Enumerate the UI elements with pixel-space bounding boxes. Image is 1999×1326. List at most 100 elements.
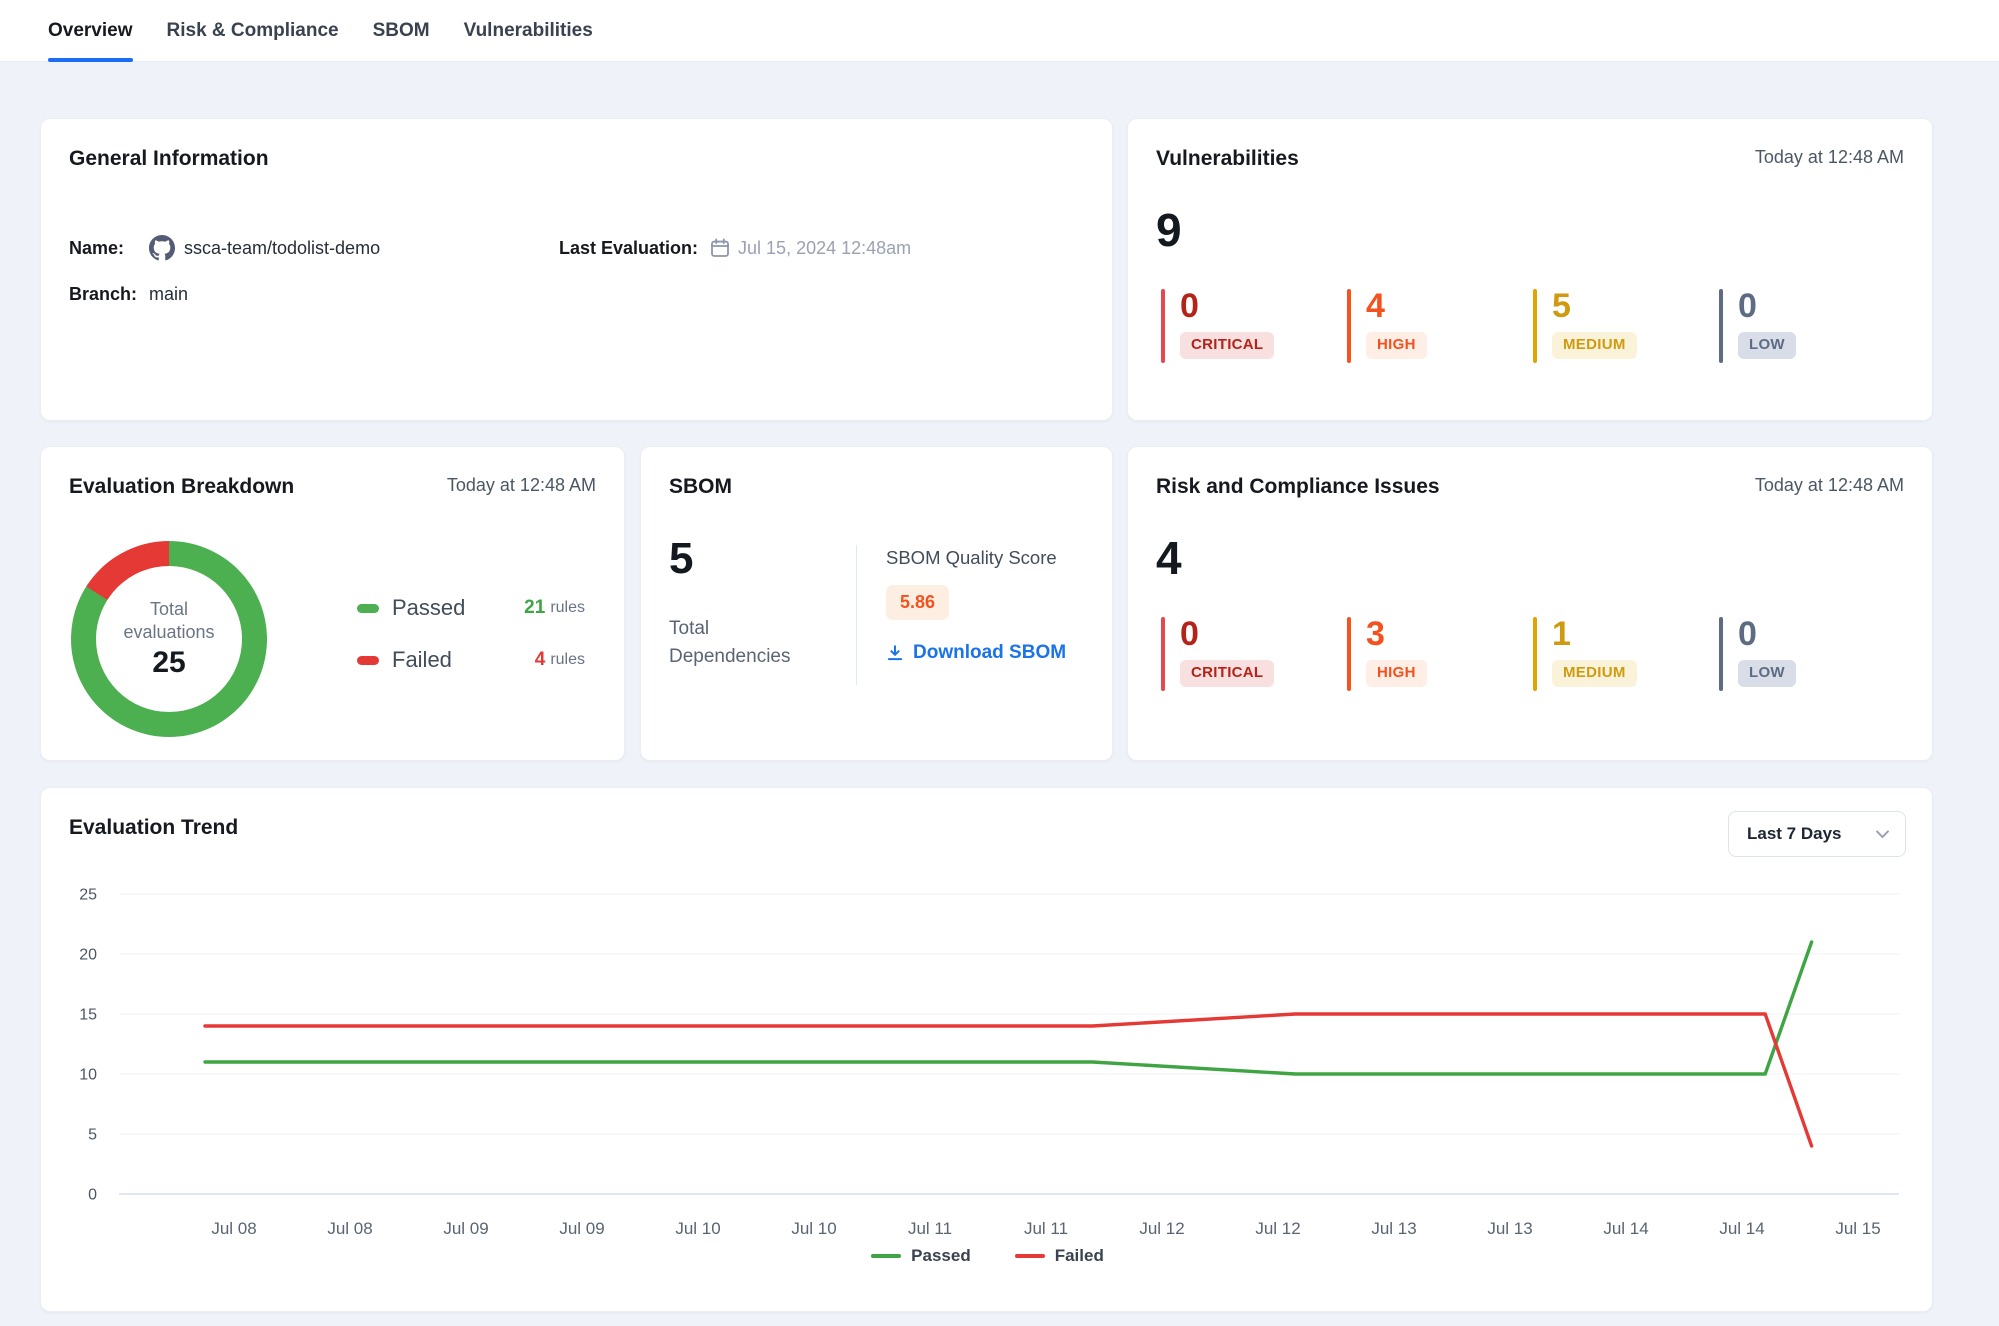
repo-name-text: ssca-team/todolist-demo (184, 238, 380, 259)
tab-sbom-label: SBOM (373, 20, 430, 42)
x-axis-tick: Jul 12 (1255, 1219, 1300, 1238)
sbom-card: SBOM 5 Total Dependencies SBOM Quality S… (640, 446, 1113, 761)
y-axis-tick: 15 (79, 1007, 97, 1024)
sbom-quality-score-badge: 5.86 (886, 585, 949, 620)
branch-value: main (149, 284, 188, 305)
severity-low: 0 LOW (1719, 289, 1905, 363)
x-axis-tick: Jul 13 (1371, 1219, 1416, 1238)
evaluation-breakdown-card: Evaluation Breakdown Today at 12:48 AM T… (40, 446, 625, 761)
sbom-title: SBOM (669, 475, 732, 499)
trend-legend: Passed Failed (41, 1246, 1934, 1266)
name-label: Name: (69, 238, 149, 259)
vulnerabilities-severity-row: 0 CRITICAL 4 HIGH 5 MEDIUM 0 LOW (1128, 289, 1932, 363)
severity-badge: CRITICAL (1180, 332, 1274, 359)
severity-count: 0 (1738, 289, 1796, 323)
trend-legend-failed-label: Failed (1055, 1246, 1104, 1266)
general-information-title: General Information (69, 147, 269, 171)
trend-legend-failed[interactable]: Failed (1015, 1246, 1104, 1266)
severity-count: 5 (1552, 289, 1637, 323)
x-axis-tick: Jul 14 (1603, 1219, 1648, 1238)
severity-badge: HIGH (1366, 660, 1427, 687)
trend-line-passed (205, 942, 1812, 1074)
x-axis-tick: Jul 12 (1139, 1219, 1184, 1238)
tab-overview-label: Overview (48, 20, 133, 42)
severity-bar (1719, 289, 1723, 363)
trend-range-select[interactable]: Last 7 Days (1728, 811, 1906, 857)
tab-vulnerabilities-label: Vulnerabilities (464, 20, 593, 42)
x-axis-tick: Jul 10 (675, 1219, 720, 1238)
active-tab-underline (48, 58, 133, 62)
tab-vulnerabilities[interactable]: Vulnerabilities (464, 0, 593, 62)
passed-unit: rules (550, 599, 585, 617)
severity-medium: 5 MEDIUM (1533, 289, 1719, 363)
severity-count: 0 (1180, 617, 1274, 651)
severity-high: 3 HIGH (1347, 617, 1533, 691)
failed-unit: rules (550, 651, 585, 669)
tab-risk-compliance-label: Risk & Compliance (167, 20, 339, 42)
severity-bar (1161, 617, 1165, 691)
legend-item-failed[interactable]: Failed 4 rules (357, 647, 585, 673)
evaluations-donut-chart: Total evaluations 25 (71, 541, 267, 737)
severity-count: 3 (1366, 617, 1427, 651)
total-dependencies-value: 5 (669, 537, 693, 581)
x-axis-tick: Jul 11 (908, 1219, 952, 1238)
passed-label: Passed (392, 595, 524, 621)
trend-line-failed (205, 1014, 1812, 1146)
risk-severity-row: 0 CRITICAL 3 HIGH 1 MEDIUM 0 LOW (1128, 617, 1932, 691)
vulnerabilities-timestamp: Today at 12:48 AM (1755, 147, 1904, 168)
download-sbom-link[interactable]: Download SBOM (886, 642, 1066, 664)
evaluation-legend: Passed 21 rules Failed 4 rules (357, 595, 585, 699)
vertical-divider (856, 545, 857, 685)
donut-total-value: 25 (152, 646, 185, 680)
general-information-card: General Information Name: ssca-team/todo… (40, 118, 1113, 421)
x-axis-tick: Jul 09 (559, 1219, 604, 1238)
risk-compliance-timestamp: Today at 12:48 AM (1755, 475, 1904, 496)
severity-low: 0 LOW (1719, 617, 1905, 691)
vulnerabilities-total: 9 (1128, 207, 1932, 253)
severity-badge: CRITICAL (1180, 660, 1274, 687)
passed-pill (357, 604, 379, 613)
x-axis-tick: Jul 15 (1835, 1219, 1880, 1238)
evaluation-breakdown-timestamp: Today at 12:48 AM (447, 475, 596, 496)
donut-center: Total evaluations 25 (96, 566, 242, 712)
x-axis-tick: Jul 14 (1719, 1219, 1764, 1238)
last-evaluation-row: Last Evaluation: Jul 15, 2024 12:48am (559, 225, 911, 271)
download-sbom-label: Download SBOM (913, 642, 1066, 664)
failed-line-swatch (1015, 1254, 1045, 1259)
severity-high: 4 HIGH (1347, 289, 1533, 363)
sbom-quality-score-label: SBOM Quality Score (886, 547, 1066, 569)
last-evaluation-text: Jul 15, 2024 12:48am (738, 238, 911, 259)
severity-badge: MEDIUM (1552, 660, 1637, 687)
legend-item-passed[interactable]: Passed 21 rules (357, 595, 585, 621)
severity-bar (1533, 617, 1537, 691)
y-axis-tick: 25 (79, 887, 97, 904)
severity-critical: 0 CRITICAL (1161, 617, 1347, 691)
trend-legend-passed-label: Passed (911, 1246, 971, 1266)
x-axis-tick: Jul 08 (327, 1219, 372, 1238)
risk-compliance-total: 4 (1128, 535, 1932, 581)
tab-bar: Overview Risk & Compliance SBOM Vulnerab… (0, 0, 1999, 62)
y-axis-tick: 10 (79, 1067, 97, 1084)
severity-count: 4 (1366, 289, 1427, 323)
tab-sbom[interactable]: SBOM (373, 0, 430, 62)
severity-count: 0 (1738, 617, 1796, 651)
severity-bar (1347, 289, 1351, 363)
tab-risk-compliance[interactable]: Risk & Compliance (167, 0, 339, 62)
trend-chart-svg: 0510152025Jul 08Jul 08Jul 09Jul 09Jul 10… (41, 868, 1934, 1298)
failed-label: Failed (392, 647, 535, 673)
chevron-down-icon (1876, 830, 1889, 839)
vulnerabilities-card: Vulnerabilities Today at 12:48 AM 9 0 CR… (1127, 118, 1933, 421)
severity-bar (1161, 289, 1165, 363)
tab-overview[interactable]: Overview (48, 0, 133, 62)
severity-badge: LOW (1738, 660, 1796, 687)
total-dependencies-label: Total Dependencies (669, 615, 799, 670)
severity-badge: HIGH (1366, 332, 1427, 359)
last-evaluation-label: Last Evaluation: (559, 238, 698, 259)
y-axis-tick: 0 (88, 1187, 97, 1204)
failed-count: 4 (535, 649, 546, 671)
severity-bar (1347, 617, 1351, 691)
passed-count: 21 (524, 597, 545, 619)
trend-legend-passed[interactable]: Passed (871, 1246, 971, 1266)
evaluation-trend-title: Evaluation Trend (69, 816, 238, 840)
x-axis-tick: Jul 08 (211, 1219, 256, 1238)
